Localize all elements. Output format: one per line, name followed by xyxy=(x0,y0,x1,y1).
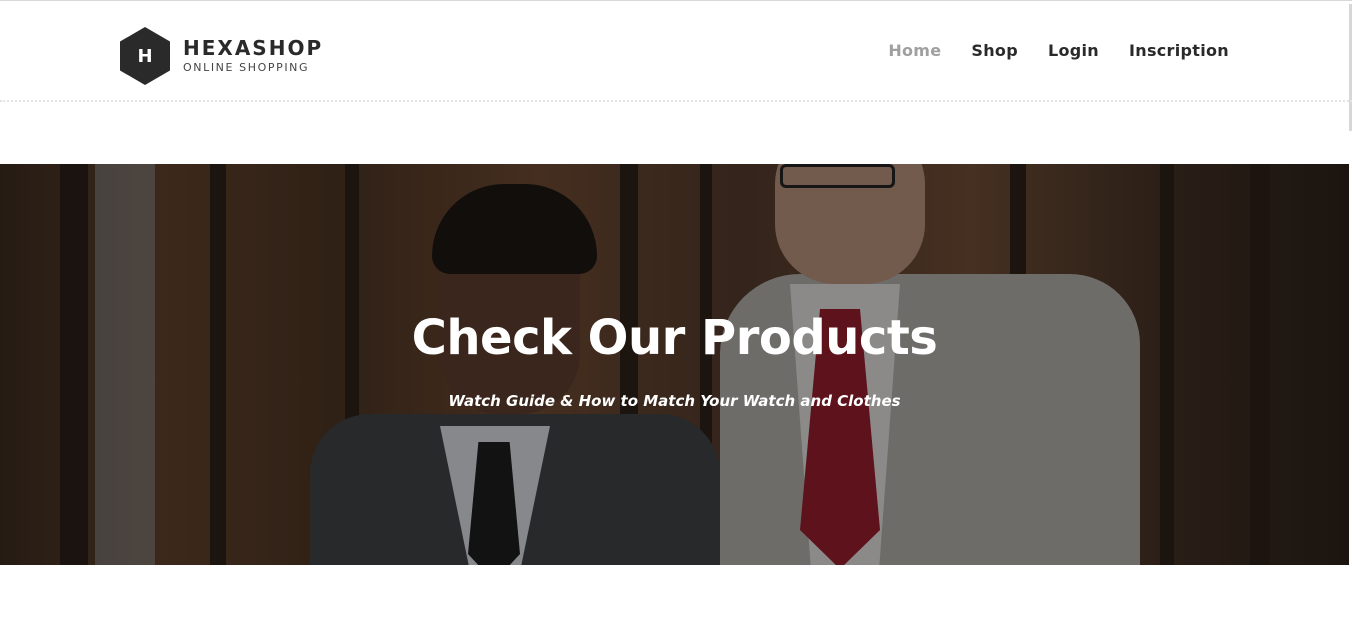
brand-name: HEXASHOP xyxy=(183,35,324,60)
hero-subtitle: Watch Guide & How to Match Your Watch an… xyxy=(448,392,901,410)
logo-link[interactable]: H HEXASHOP ONLINE SHOPPING xyxy=(120,26,323,86)
nav-inscription[interactable]: Inscription xyxy=(1129,41,1229,60)
hero-title: Check Our Products xyxy=(411,310,938,366)
main-nav: Home Shop Login Inscription xyxy=(858,41,1229,60)
hero-banner: Check Our Products Watch Guide & How to … xyxy=(0,164,1349,565)
nav-shop[interactable]: Shop xyxy=(971,41,1018,60)
nav-login[interactable]: Login xyxy=(1048,41,1099,60)
site-header: H HEXASHOP ONLINE SHOPPING Home Shop Log… xyxy=(0,4,1352,102)
brand-tagline: ONLINE SHOPPING xyxy=(183,60,310,74)
brand-text: HEXASHOP ONLINE SHOPPING xyxy=(183,37,323,76)
nav-home[interactable]: Home xyxy=(888,41,941,60)
logo-letter: H xyxy=(137,45,153,67)
logo-hexagon-icon: H xyxy=(120,27,170,85)
